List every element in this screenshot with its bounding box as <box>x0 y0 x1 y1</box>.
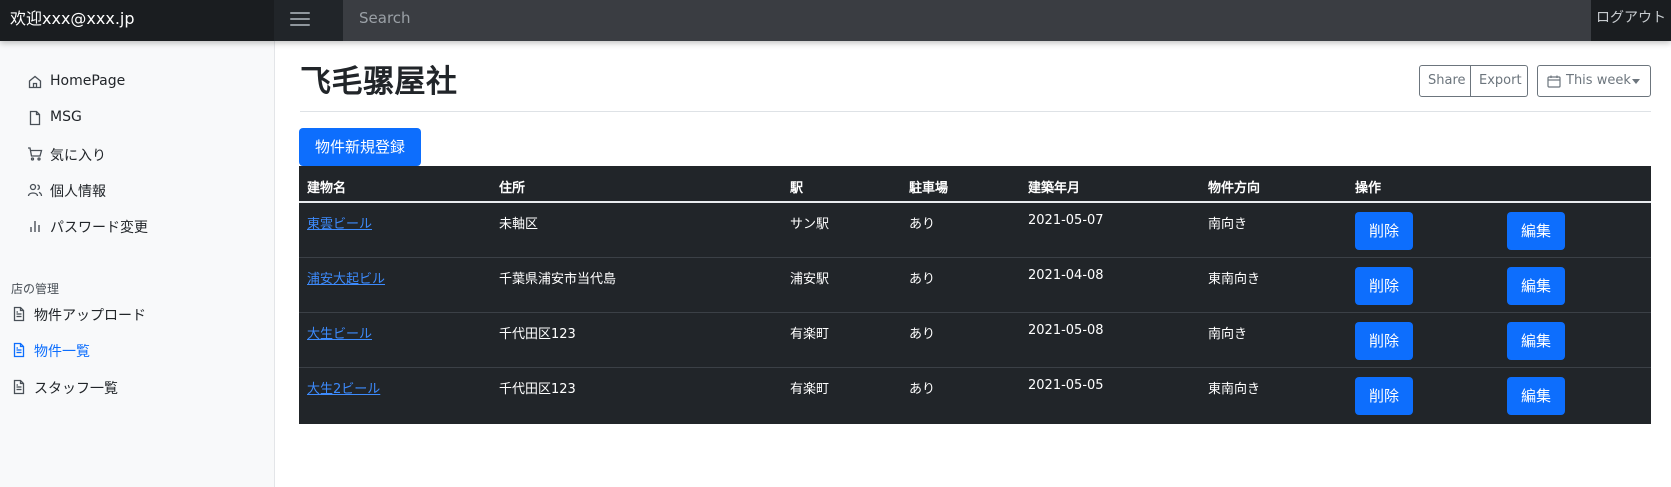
home-icon <box>27 74 43 90</box>
sidebar-item-label: スタッフ一覧 <box>34 381 118 397</box>
parking-cell: あり <box>909 382 936 397</box>
sidebar-item-label: 個人情報 <box>50 184 106 200</box>
file-text-icon <box>11 342 27 358</box>
building-name-link[interactable]: 浦安大起ビル <box>307 268 385 287</box>
column-header-direction: 物件方向 <box>1208 181 1261 196</box>
calendar-icon <box>1547 75 1561 88</box>
section-heading-store-management: 店の管理 <box>11 282 60 296</box>
week-dropdown-button[interactable]: This week <box>1537 65 1651 97</box>
direction-cell: 南向き <box>1208 217 1248 232</box>
table-row: 大生2ビール 千代田区123 有楽町 あり 2021-05-05 東南向き 削除… <box>299 368 1651 423</box>
address-cell: 千代田区123 <box>499 327 576 342</box>
share-export-group: Share Export <box>1419 65 1528 97</box>
table-row: 大生ビール 千代田区123 有楽町 あり 2021-05-08 南向き 削除 編… <box>299 313 1651 368</box>
sidebar-item-profile[interactable]: 個人情報 <box>0 173 274 207</box>
column-header-built: 建築年月 <box>1028 181 1081 196</box>
week-dropdown-label: This week <box>1566 73 1631 88</box>
column-header-address: 住所 <box>499 181 526 196</box>
sidebar-item-staff-list[interactable]: スタッフ一覧 <box>0 370 274 404</box>
building-name-link[interactable]: 大生2ビール <box>307 378 380 397</box>
building-name-link[interactable]: 大生ビール <box>307 323 372 342</box>
sidebar-item-label: 気に入り <box>50 148 106 164</box>
chevron-down-icon <box>1632 79 1640 84</box>
built-date-cell: 2021-05-08 <box>1028 323 1104 338</box>
logout-link[interactable]: ログアウト <box>1591 0 1671 41</box>
sidebar-item-label: MSG <box>50 109 82 125</box>
address-cell: 千葉県浦安市当代島 <box>499 272 617 287</box>
bar-chart-icon <box>27 218 43 234</box>
delete-button[interactable]: 削除 <box>1355 212 1413 250</box>
title-divider <box>300 111 1651 112</box>
built-date-cell: 2021-04-08 <box>1028 268 1104 283</box>
column-header-parking: 駐車場 <box>909 181 949 196</box>
sidebar-item-password[interactable]: パスワード変更 <box>0 209 274 243</box>
edit-button[interactable]: 編集 <box>1507 267 1565 305</box>
table-header-row: 建物名 住所 駅 駐車場 建築年月 物件方向 操作 <box>299 166 1651 203</box>
direction-cell: 南向き <box>1208 327 1248 342</box>
delete-button[interactable]: 削除 <box>1355 322 1413 360</box>
sidebar-item-msg[interactable]: MSG <box>0 101 274 135</box>
sidebar-item-label: 物件一覧 <box>34 344 90 360</box>
sidebar-item-label: HomePage <box>50 73 126 89</box>
share-button[interactable]: Share <box>1419 65 1471 97</box>
file-text-icon <box>11 306 27 322</box>
station-cell: 有楽町 <box>790 327 830 342</box>
table-row: 東雲ビール 未軸区 サン駅 あり 2021-05-07 南向き 削除 編集 <box>299 203 1651 258</box>
edit-button[interactable]: 編集 <box>1507 212 1565 250</box>
search-input[interactable]: Search <box>343 0 1591 41</box>
parking-cell: あり <box>909 272 936 287</box>
sidebar-item-favorites[interactable]: 気に入り <box>0 137 274 171</box>
station-cell: 浦安駅 <box>790 272 830 287</box>
table-row: 浦安大起ビル 千葉県浦安市当代島 浦安駅 あり 2021-04-08 東南向き … <box>299 258 1651 313</box>
sidebar-item-label: 物件アップロード <box>34 308 146 324</box>
sidebar-item-homepage[interactable]: HomePage <box>0 65 274 99</box>
column-header-actions: 操作 <box>1355 181 1382 196</box>
built-date-cell: 2021-05-05 <box>1028 378 1104 393</box>
column-header-station: 駅 <box>790 181 804 196</box>
brand-welcome[interactable]: 欢迎xxx@xxx.jp <box>0 0 274 41</box>
cart-icon <box>27 146 43 162</box>
station-cell: サン駅 <box>790 217 830 232</box>
delete-button[interactable]: 削除 <box>1355 377 1413 415</box>
sidebar: HomePage MSG 気に入り 個人情報 パスワード変更 店の管理 物件アッ… <box>0 41 275 487</box>
address-cell: 千代田区123 <box>499 382 576 397</box>
file-text-icon <box>11 379 27 395</box>
parking-cell: あり <box>909 217 936 232</box>
sidebar-item-property-upload[interactable]: 物件アップロード <box>0 297 274 331</box>
sidebar-item-property-list[interactable]: 物件一覧 <box>0 333 274 367</box>
file-icon <box>27 110 43 126</box>
address-cell: 未軸区 <box>499 217 539 232</box>
page-title: 飞毛骡屋社 <box>300 64 458 100</box>
direction-cell: 東南向き <box>1208 272 1261 287</box>
column-header-building: 建物名 <box>307 181 347 196</box>
property-table: 建物名 住所 駅 駐車場 建築年月 物件方向 操作 東雲ビール 未軸区 サン駅 … <box>299 166 1651 424</box>
top-navbar: 欢迎xxx@xxx.jp Search ログアウト <box>0 0 1671 41</box>
edit-button[interactable]: 編集 <box>1507 377 1565 415</box>
built-date-cell: 2021-05-07 <box>1028 213 1104 228</box>
building-name-link[interactable]: 東雲ビール <box>307 213 372 232</box>
delete-button[interactable]: 削除 <box>1355 267 1413 305</box>
new-property-button[interactable]: 物件新規登録 <box>299 128 421 166</box>
menu-toggle-button[interactable] <box>274 0 343 41</box>
direction-cell: 東南向き <box>1208 382 1261 397</box>
station-cell: 有楽町 <box>790 382 830 397</box>
export-button[interactable]: Export <box>1471 65 1528 97</box>
edit-button[interactable]: 編集 <box>1507 322 1565 360</box>
users-icon <box>27 182 43 198</box>
parking-cell: あり <box>909 327 936 342</box>
sidebar-item-label: パスワード変更 <box>50 220 148 236</box>
